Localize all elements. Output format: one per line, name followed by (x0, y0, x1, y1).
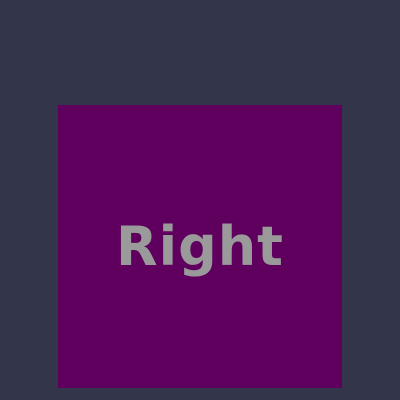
right-tile-button[interactable]: Right (58, 105, 342, 388)
canvas-background: Right (0, 0, 400, 400)
right-tile-label: Right (115, 214, 284, 278)
